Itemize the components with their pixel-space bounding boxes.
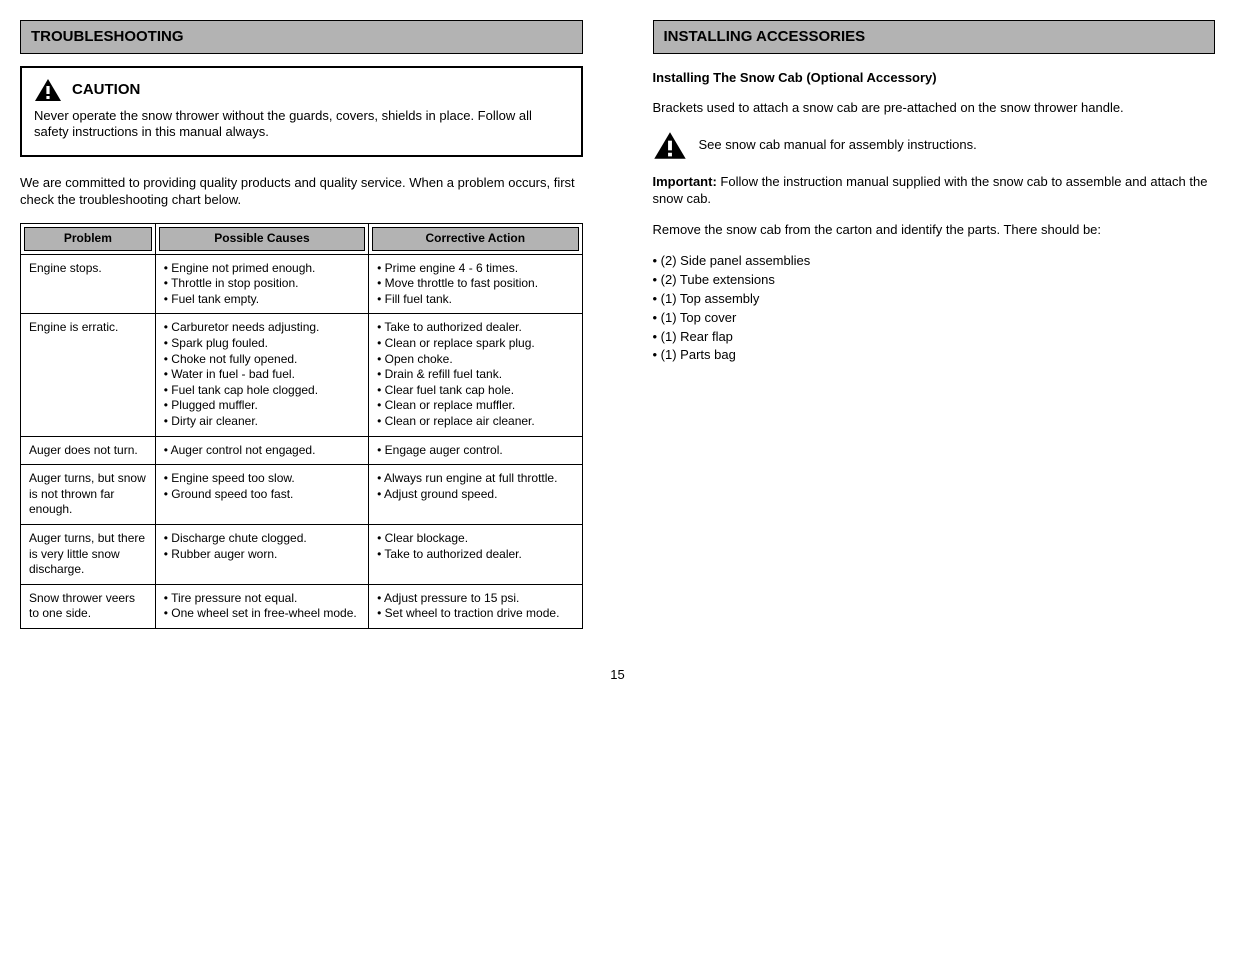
table-cell: Snow thrower veers to one side. [21, 584, 156, 628]
caution-box: CAUTION Never operate the snow thrower w… [20, 66, 583, 158]
page-number: 15 [610, 667, 624, 684]
parts-list: • (2) Side panel assemblies • (2) Tube ex… [653, 253, 1216, 364]
list-item: • (2) Side panel assemblies [653, 253, 1216, 270]
table-row: Engine stops.• Engine not primed enough.… [21, 254, 583, 314]
list-item: • (1) Parts bag [653, 347, 1216, 364]
th-problem: Problem [21, 224, 156, 255]
table-row: Engine is erratic.• Carburetor needs adj… [21, 314, 583, 436]
left-column: TROUBLESHOOTING CAUTION Never operate th… [20, 20, 583, 629]
table-cell: • Adjust pressure to 15 psi. • Set wheel… [369, 584, 582, 628]
table-cell: • Auger control not engaged. [155, 436, 368, 465]
troubleshooting-intro: We are committed to providing quality pr… [20, 175, 583, 209]
table-cell: • Engage auger control. [369, 436, 582, 465]
two-column-layout: TROUBLESHOOTING CAUTION Never operate th… [20, 20, 1215, 629]
table-row: Snow thrower veers to one side.• Tire pr… [21, 584, 583, 628]
caution-body-text: Never operate the snow thrower without t… [34, 108, 569, 142]
table-cell: • Clear blockage. • Take to authorized d… [369, 524, 582, 584]
right-body3: Remove the snow cab from the carton and … [653, 222, 1216, 239]
table-cell: • Tire pressure not equal. • One wheel s… [155, 584, 368, 628]
troubleshooting-header: TROUBLESHOOTING [20, 20, 583, 54]
list-item: • (2) Tube extensions [653, 272, 1216, 289]
page-container: TROUBLESHOOTING CAUTION Never operate th… [20, 20, 1215, 629]
table-cell: • Carburetor needs adjusting. • Spark pl… [155, 314, 368, 436]
accessories-header: INSTALLING ACCESSORIES [653, 20, 1216, 54]
table-row: Auger turns, but snow is not thrown far … [21, 465, 583, 525]
see-manual-text: See snow cab manual for assembly instruc… [699, 137, 977, 154]
caution-label: CAUTION [72, 80, 140, 100]
important-label: Important: [653, 174, 717, 189]
caution-row: CAUTION [34, 78, 569, 102]
table-cell: Engine stops. [21, 254, 156, 314]
right-body1: Brackets used to attach a snow cab are p… [653, 100, 1216, 117]
right-body2: Important: Follow the instruction manual… [653, 174, 1216, 208]
snowcab-subheading: Installing The Snow Cab (Optional Access… [653, 70, 1216, 87]
table-cell: Engine is erratic. [21, 314, 156, 436]
table-cell: • Always run engine at full throttle. • … [369, 465, 582, 525]
table-header-row: Problem Possible Causes Corrective Actio… [21, 224, 583, 255]
table-cell: • Engine not primed enough. • Throttle i… [155, 254, 368, 314]
right-column: INSTALLING ACCESSORIES Installing The Sn… [653, 20, 1216, 629]
table-row: Auger does not turn.• Auger control not … [21, 436, 583, 465]
troubleshooting-table: Problem Possible Causes Corrective Actio… [20, 223, 583, 629]
list-item: • (1) Rear flap [653, 329, 1216, 346]
table-cell: • Discharge chute clogged. • Rubber auge… [155, 524, 368, 584]
table-row: Auger turns, but there is very little sn… [21, 524, 583, 584]
table-cell: Auger does not turn. [21, 436, 156, 465]
table-cell: Auger turns, but there is very little sn… [21, 524, 156, 584]
table-cell: • Engine speed too slow. • Ground speed … [155, 465, 368, 525]
table-cell: Auger turns, but snow is not thrown far … [21, 465, 156, 525]
warning-icon [34, 78, 62, 102]
list-item: • (1) Top cover [653, 310, 1216, 327]
th-action: Corrective Action [369, 224, 582, 255]
table-cell: • Prime engine 4 - 6 times. • Move throt… [369, 254, 582, 314]
see-manual-row: See snow cab manual for assembly instruc… [653, 131, 1216, 160]
list-item: • (1) Top assembly [653, 291, 1216, 308]
warning-icon [653, 131, 687, 160]
table-cell: • Take to authorized dealer. • Clean or … [369, 314, 582, 436]
th-causes: Possible Causes [155, 224, 368, 255]
important-text: Follow the instruction manual supplied w… [653, 174, 1208, 206]
